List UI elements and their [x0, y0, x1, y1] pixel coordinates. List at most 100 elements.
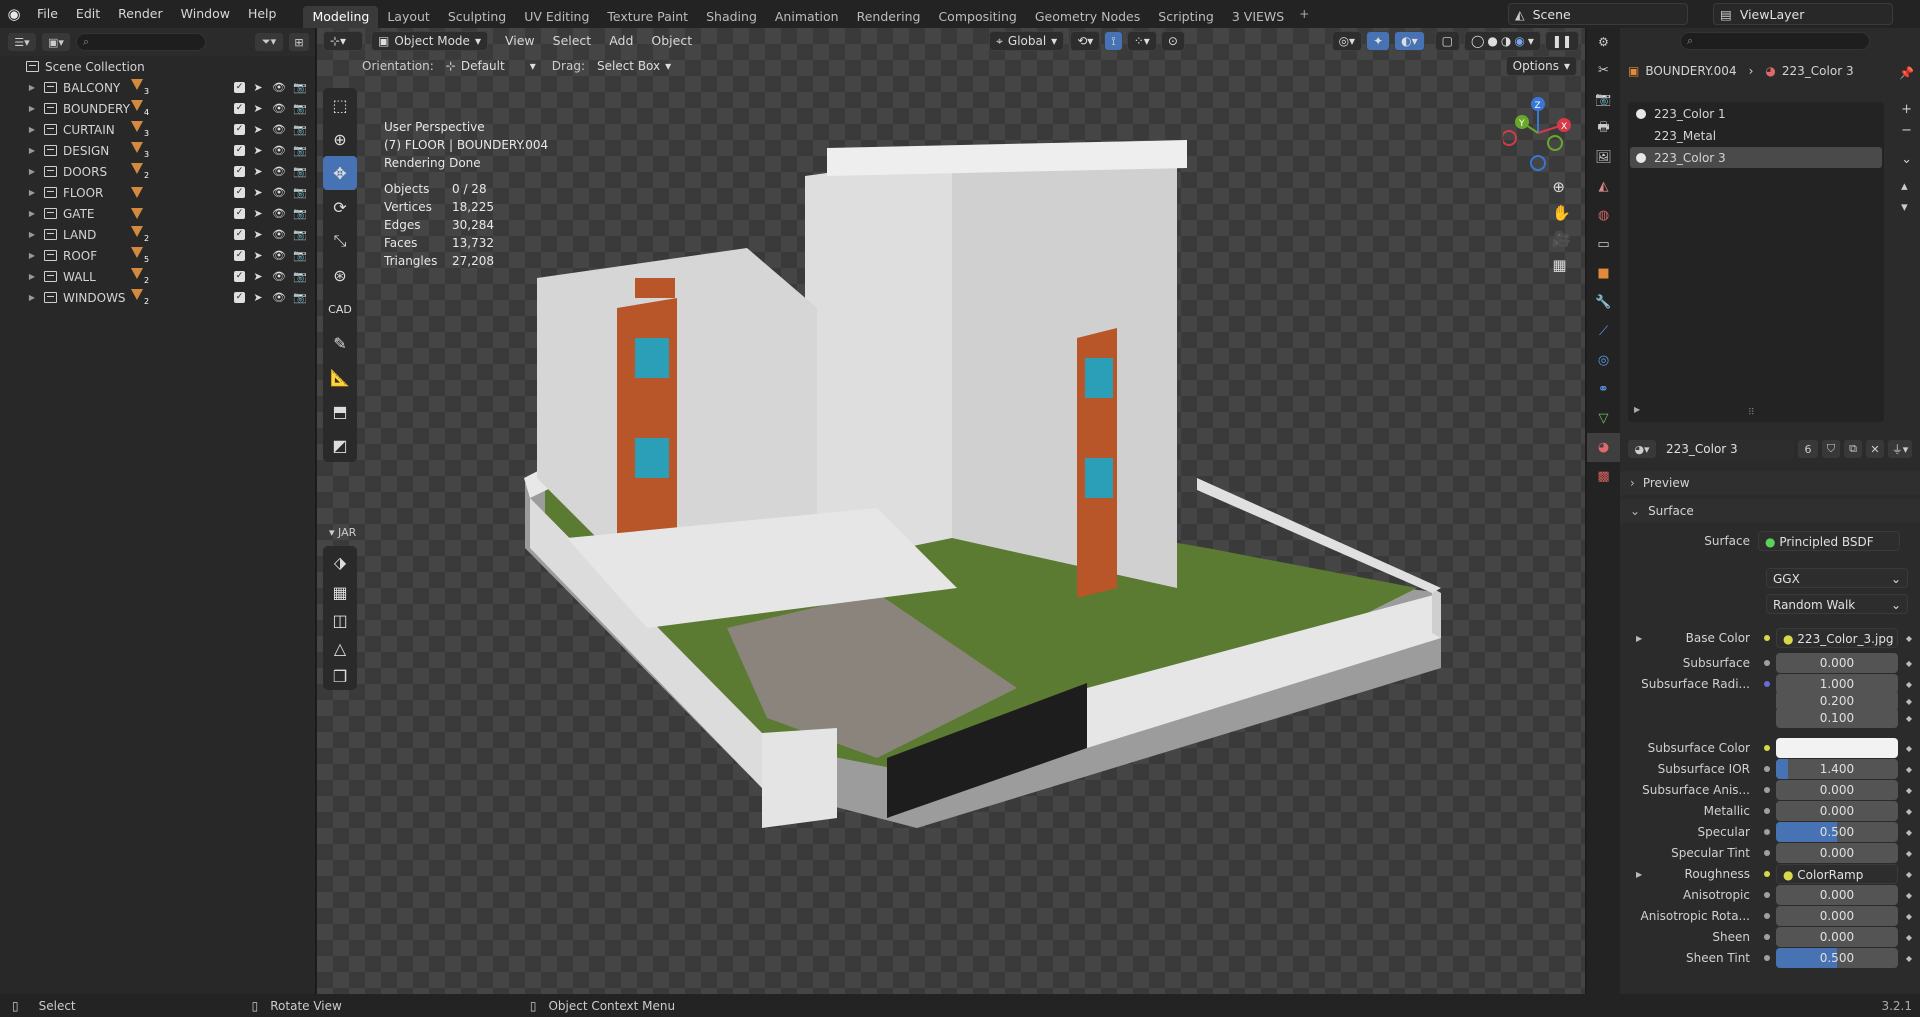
- duplicate-icon[interactable]: ⧉: [1844, 440, 1862, 458]
- outliner-collection-row[interactable]: ▶ WALL 2 ✓ ➤ 👁 📷: [0, 266, 316, 287]
- options-dropdown[interactable]: Options ▾: [1505, 56, 1577, 76]
- expand-triangle-icon[interactable]: ▶: [26, 146, 38, 155]
- socket-dot-icon[interactable]: [1764, 892, 1770, 898]
- exclude-checkbox[interactable]: ✓: [234, 166, 245, 177]
- modifier-tab-icon[interactable]: 🔧: [1587, 288, 1620, 317]
- eye-icon[interactable]: 👁: [271, 144, 287, 157]
- eye-icon[interactable]: 👁: [271, 291, 287, 304]
- subsurface-method-dropdown[interactable]: Random Walk ⌄: [1766, 594, 1908, 614]
- exclude-checkbox[interactable]: ✓: [234, 250, 245, 261]
- keyframe-dot-icon[interactable]: ◆: [1906, 634, 1912, 643]
- shading-modes[interactable]: ◯ ● ◑ ◉ ▾: [1463, 31, 1541, 51]
- outliner-collection-row[interactable]: ▶ DESIGN 3 ✓ ➤ 👁 📷: [0, 140, 316, 161]
- move-tool[interactable]: ✥: [323, 156, 357, 190]
- world-tab-icon[interactable]: ◍: [1587, 201, 1620, 230]
- tab-3-views[interactable]: 3 VIEWS: [1223, 6, 1293, 28]
- annotate-tool[interactable]: ✎: [323, 326, 357, 360]
- socket-dot-icon[interactable]: [1764, 715, 1770, 721]
- material-slot-item[interactable]: 223_Color 1: [1630, 103, 1882, 124]
- keyframe-dot-icon[interactable]: ◆: [1906, 849, 1912, 858]
- numeric-input-field[interactable]: 0.000: [1776, 801, 1898, 821]
- render-camera-icon[interactable]: 📷: [292, 186, 308, 199]
- addon-box-icon[interactable]: ❒: [323, 662, 357, 690]
- selectable-arrow-icon[interactable]: ➤: [250, 228, 266, 241]
- cad-tool[interactable]: CAD: [323, 292, 357, 326]
- eye-icon[interactable]: 👁: [271, 270, 287, 283]
- menu-render[interactable]: Render: [109, 3, 172, 25]
- view-layer-selector[interactable]: ▤ ViewLayer: [1713, 3, 1893, 25]
- material-slot-item[interactable]: 223_Color 3: [1630, 147, 1882, 168]
- numeric-input-field[interactable]: 0.000: [1776, 780, 1898, 800]
- navigation-gizmo[interactable]: Z X Y: [1503, 93, 1573, 173]
- filter-button[interactable]: ⏷▾: [255, 33, 283, 51]
- gizmo-toggle[interactable]: ✦: [1366, 31, 1391, 51]
- exclude-checkbox[interactable]: ✓: [234, 124, 245, 135]
- snap-target-dropdown[interactable]: ⁘▾: [1126, 31, 1157, 51]
- expand-triangle-icon[interactable]: ▶: [26, 251, 38, 260]
- outliner-collection-row[interactable]: ▶ WINDOWS 2 ✓ ➤ 👁 📷: [0, 287, 316, 308]
- exclude-checkbox[interactable]: ✓: [234, 103, 245, 114]
- pan-hand-icon[interactable]: ✋: [1552, 204, 1571, 222]
- constraints-tab-icon[interactable]: ⚭: [1587, 375, 1620, 404]
- object-tab-icon[interactable]: ■: [1587, 259, 1620, 288]
- expand-triangle-icon[interactable]: ▶: [26, 167, 38, 176]
- outliner-collection-row[interactable]: ▶ ROOF 5 ✓ ➤ 👁 📷: [0, 245, 316, 266]
- tab-modeling[interactable]: Modeling: [303, 6, 379, 28]
- expand-triangle-icon[interactable]: ▶: [26, 125, 38, 134]
- select-box-tool[interactable]: ⬚: [323, 88, 357, 122]
- menu-window[interactable]: Window: [172, 3, 239, 25]
- collection-tab-icon[interactable]: ▭: [1587, 230, 1620, 259]
- zoom-icon[interactable]: ⊕: [1552, 178, 1571, 196]
- move-up-icon[interactable]: ▴: [1901, 179, 1912, 194]
- addon-slice-icon[interactable]: ◫: [323, 606, 357, 634]
- proportional-edit-toggle[interactable]: ⊙: [1160, 31, 1185, 51]
- socket-dot-icon[interactable]: [1764, 871, 1770, 877]
- viewport-menu-add[interactable]: Add: [600, 30, 642, 52]
- linked-input-field[interactable]: ● 223_Color_3.jpg: [1776, 628, 1898, 648]
- viewport-menu-select[interactable]: Select: [544, 30, 601, 52]
- keyframe-dot-icon[interactable]: ◆: [1906, 714, 1912, 723]
- view-layer-tab-icon[interactable]: 🖼: [1587, 143, 1620, 172]
- viewport-menu-object[interactable]: Object: [642, 30, 701, 52]
- chevron-down-icon[interactable]: ▾: [1528, 34, 1534, 48]
- surface-shader-field[interactable]: ● Principled BSDF: [1758, 531, 1900, 551]
- exclude-checkbox[interactable]: ✓: [234, 82, 245, 93]
- eye-icon[interactable]: 👁: [271, 102, 287, 115]
- outliner-collection-row[interactable]: ▶ DOORS 2 ✓ ➤ 👁 📷: [0, 161, 316, 182]
- linked-input-field[interactable]: ● ColorRamp: [1776, 864, 1898, 884]
- eye-icon[interactable]: 👁: [271, 249, 287, 262]
- fake-user-icon[interactable]: ⛉: [1822, 440, 1840, 458]
- selectable-arrow-icon[interactable]: ➤: [250, 207, 266, 220]
- tab-compositing[interactable]: Compositing: [929, 6, 1025, 28]
- numeric-input-field[interactable]: 0.000: [1776, 843, 1898, 863]
- move-down-icon[interactable]: ▾: [1901, 200, 1912, 215]
- selectable-arrow-icon[interactable]: ➤: [250, 102, 266, 115]
- pause-render-button[interactable]: ❚❚: [1544, 31, 1579, 51]
- visibility-dropdown[interactable]: ◎▾: [1331, 31, 1363, 51]
- exclude-checkbox[interactable]: ✓: [234, 145, 245, 156]
- eye-icon[interactable]: 👁: [271, 81, 287, 94]
- 3d-viewport[interactable]: ⊹▾ ▣ Object Mode ▾ View Select Add Object ⌖…: [317, 28, 1585, 994]
- outliner-collection-row[interactable]: ▶ BALCONY 3 ✓ ➤ 👁 📷: [0, 77, 316, 98]
- socket-dot-icon[interactable]: [1764, 745, 1770, 751]
- socket-dot-icon[interactable]: [1764, 766, 1770, 772]
- cursor-tool[interactable]: ⊕: [323, 122, 357, 156]
- menu-file[interactable]: File: [28, 3, 67, 25]
- material-tab-icon[interactable]: ◕: [1587, 433, 1620, 462]
- expand-triangle-icon[interactable]: ▶: [26, 293, 38, 302]
- physics-tab-icon[interactable]: ◎: [1587, 346, 1620, 375]
- tab-layout[interactable]: Layout: [378, 6, 439, 28]
- shading-tool[interactable]: ◩: [323, 428, 357, 462]
- editor-type-button[interactable]: ⚙: [1587, 28, 1620, 56]
- socket-dot-icon[interactable]: [1764, 955, 1770, 961]
- pin-icon[interactable]: 📌: [1899, 66, 1914, 80]
- wireframe-icon[interactable]: ◯: [1471, 34, 1484, 48]
- keyframe-dot-icon[interactable]: ◆: [1906, 697, 1912, 706]
- surface-panel-header[interactable]: ⌄ Surface: [1620, 499, 1920, 523]
- scene-selector[interactable]: ◭ Scene: [1508, 3, 1688, 25]
- addon-angle-icon[interactable]: △: [323, 634, 357, 662]
- scene-collection-row[interactable]: Scene Collection: [0, 56, 316, 77]
- overlay-toggle[interactable]: ◐▾: [1394, 31, 1425, 51]
- menu-help[interactable]: Help: [239, 3, 286, 25]
- expand-triangle-icon[interactable]: ▶: [26, 188, 38, 197]
